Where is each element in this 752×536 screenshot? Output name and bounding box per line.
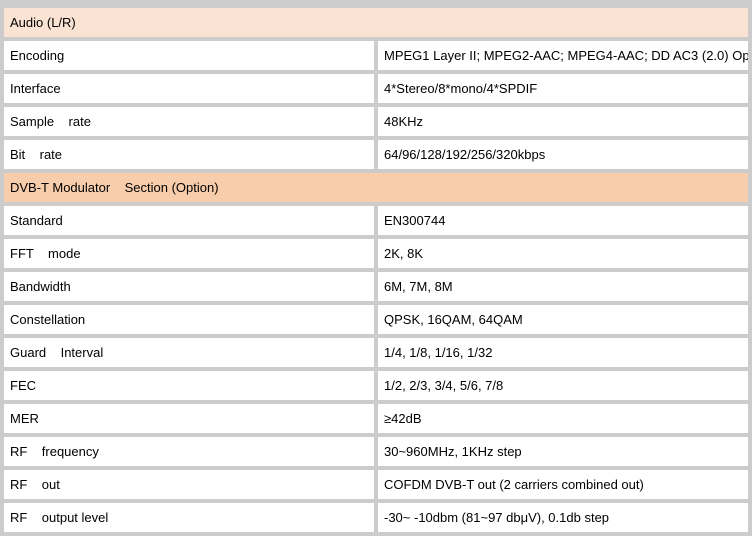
spec-value: 6M, 7M, 8M [378, 272, 748, 301]
spec-row: Constellation QPSK, 16QAM, 64QAM [4, 305, 748, 334]
spec-value: -30~ -10dbm (81~97 dbμV), 0.1db step [378, 503, 748, 532]
spec-value: MPEG1 Layer II; MPEG2-AAC; MPEG4-AAC; DD… [378, 41, 748, 70]
spec-row: RF frequency 30~960MHz, 1KHz step [4, 437, 748, 466]
spec-row: FFT mode 2K, 8K [4, 239, 748, 268]
spec-label: Constellation [4, 305, 374, 334]
spec-label: Encoding [4, 41, 374, 70]
spec-value: 1/4, 1/8, 1/16, 1/32 [378, 338, 748, 367]
spec-row: Sample rate 48KHz [4, 107, 748, 136]
spec-value: QPSK, 16QAM, 64QAM [378, 305, 748, 334]
spec-label: FFT mode [4, 239, 374, 268]
section-header-row: DVB-T Modulator Section (Option) [4, 173, 748, 202]
spec-value: COFDM DVB-T out (2 carriers combined out… [378, 470, 748, 499]
spec-label: Guard Interval [4, 338, 374, 367]
spec-row: MER ≥42dB [4, 404, 748, 433]
spec-label: RF out [4, 470, 374, 499]
spec-row: RF out COFDM DVB-T out (2 carriers combin… [4, 470, 748, 499]
section-header-audio: Audio (L/R) [4, 8, 748, 37]
spec-row: Guard Interval 1/4, 1/8, 1/16, 1/32 [4, 338, 748, 367]
spec-label: Bandwidth [4, 272, 374, 301]
spec-row: Encoding MPEG1 Layer II; MPEG2-AAC; MPEG4… [4, 41, 748, 70]
spec-row: FEC 1/2, 2/3, 3/4, 5/6, 7/8 [4, 371, 748, 400]
spec-row: Interface 4*Stereo/8*mono/4*SPDIF [4, 74, 748, 103]
spec-row: RF output level -30~ -10dbm (81~97 dbμV),… [4, 503, 748, 532]
specification-table: Audio (L/R) Encoding MPEG1 Layer II; MPEG2… [0, 4, 752, 536]
specification-sheet: Audio (L/R) Encoding MPEG1 Layer II; MPEG2… [0, 0, 752, 536]
spec-label: Sample rate [4, 107, 374, 136]
section-header-row: Audio (L/R) [4, 8, 748, 37]
spec-label: RF frequency [4, 437, 374, 466]
spec-value: 1/2, 2/3, 3/4, 5/6, 7/8 [378, 371, 748, 400]
spec-label: FEC [4, 371, 374, 400]
spec-row: Standard EN300744 [4, 206, 748, 235]
spec-label: Interface [4, 74, 374, 103]
specification-table-body: Audio (L/R) Encoding MPEG1 Layer II; MPEG2… [4, 8, 748, 532]
spec-value: 30~960MHz, 1KHz step [378, 437, 748, 466]
spec-row: Bit rate 64/96/128/192/256/320kbps [4, 140, 748, 169]
spec-value: EN300744 [378, 206, 748, 235]
section-header-dvbt: DVB-T Modulator Section (Option) [4, 173, 748, 202]
spec-value: 64/96/128/192/256/320kbps [378, 140, 748, 169]
spec-value: ≥42dB [378, 404, 748, 433]
spec-value: 48KHz [378, 107, 748, 136]
spec-label: Standard [4, 206, 374, 235]
spec-label: Bit rate [4, 140, 374, 169]
spec-label: RF output level [4, 503, 374, 532]
spec-value: 4*Stereo/8*mono/4*SPDIF [378, 74, 748, 103]
spec-label: MER [4, 404, 374, 433]
spec-value: 2K, 8K [378, 239, 748, 268]
spec-row: Bandwidth 6M, 7M, 8M [4, 272, 748, 301]
